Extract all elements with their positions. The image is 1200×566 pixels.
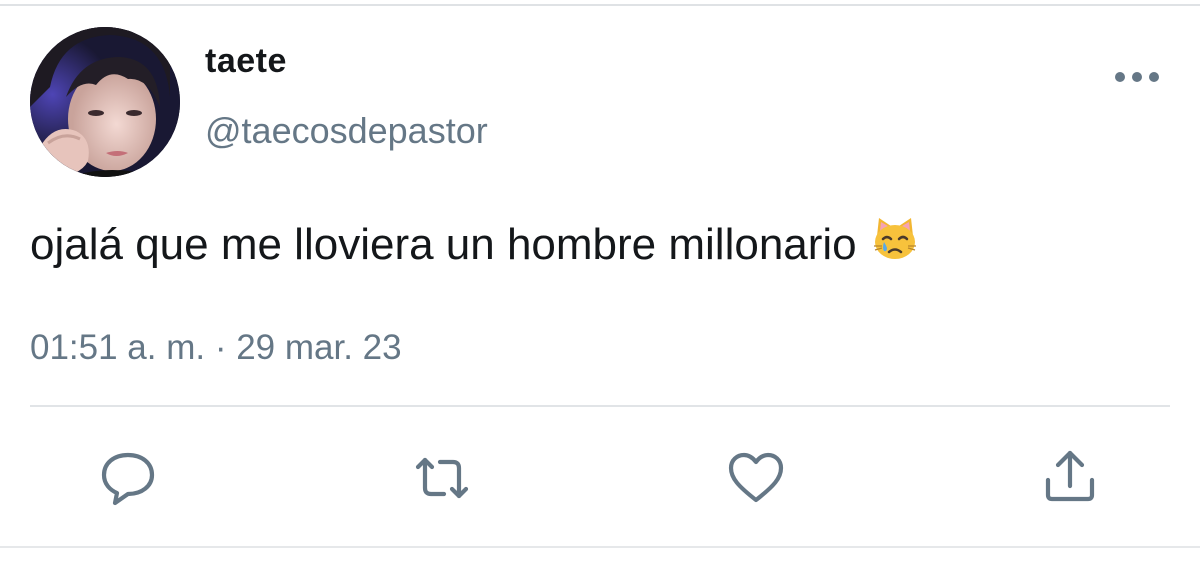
display-name[interactable]: taete — [205, 42, 287, 81]
avatar-photo — [30, 27, 180, 177]
retweet-icon — [415, 457, 469, 499]
user-handle[interactable]: @taecosdepastor — [205, 110, 488, 152]
tweet-card: taete @taecosdepastor ojalá que me llovi… — [0, 0, 1200, 566]
more-dots-icon — [1115, 72, 1159, 82]
tweet-date: 29 mar. 23 — [236, 328, 402, 367]
avatar[interactable] — [30, 27, 180, 177]
share-button[interactable] — [1040, 448, 1100, 508]
like-button[interactable] — [726, 448, 786, 508]
reply-button[interactable] — [98, 448, 158, 508]
heart-icon — [728, 452, 784, 503]
tweet-time: 01:51 a. m. — [30, 328, 206, 367]
more-options-button[interactable] — [1112, 60, 1162, 94]
crying-cat-face-icon — [871, 214, 919, 273]
tweet-timestamp[interactable]: 01:51 a. m. · 29 mar. 23 — [30, 328, 402, 368]
reply-icon — [101, 452, 155, 506]
top-divider — [0, 4, 1200, 6]
share-icon — [1045, 450, 1095, 502]
timestamp-separator: · — [205, 328, 237, 367]
tweet-text: ojalá que me lloviera un hombre millonar… — [30, 218, 919, 277]
tweet-text-content: ojalá que me lloviera un hombre millonar… — [30, 220, 857, 270]
bottom-divider — [0, 546, 1200, 548]
actions-divider — [30, 405, 1170, 407]
retweet-button[interactable] — [412, 448, 472, 508]
